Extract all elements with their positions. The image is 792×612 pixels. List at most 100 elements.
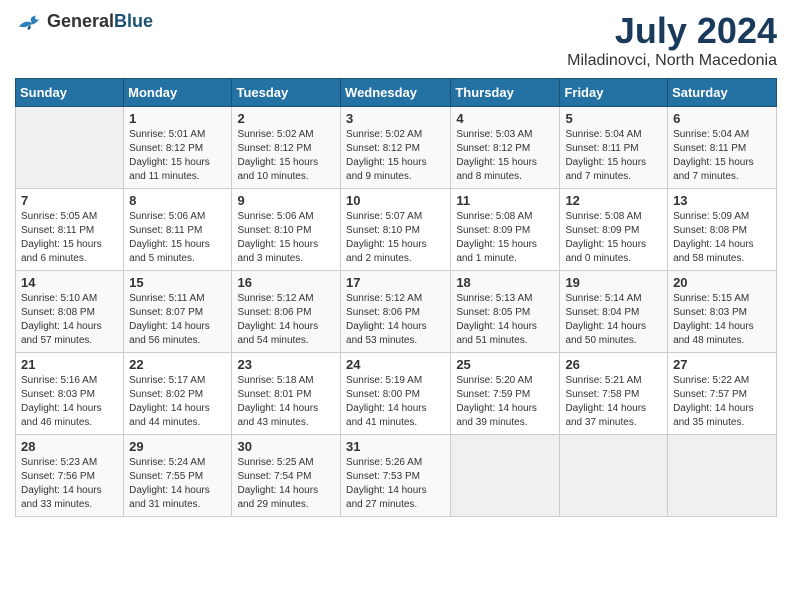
day-info: Sunrise: 5:09 AMSunset: 8:08 PMDaylight:… — [673, 210, 771, 266]
header: GeneralBlue July 2024 Miladinovci, North… — [15, 10, 777, 70]
calendar-cell: 24 Sunrise: 5:19 AMSunset: 8:00 PMDaylig… — [341, 353, 451, 435]
day-info: Sunrise: 5:11 AMSunset: 8:07 PMDaylight:… — [129, 292, 226, 348]
day-number: 1 — [129, 111, 226, 126]
day-number: 30 — [237, 439, 335, 454]
calendar-cell: 12 Sunrise: 5:08 AMSunset: 8:09 PMDaylig… — [560, 189, 668, 271]
weekday-header: Sunday — [16, 79, 124, 107]
day-number: 6 — [673, 111, 771, 126]
day-number: 11 — [456, 193, 554, 208]
day-number: 31 — [346, 439, 445, 454]
calendar-cell: 13 Sunrise: 5:09 AMSunset: 8:08 PMDaylig… — [668, 189, 777, 271]
calendar-cell: 17 Sunrise: 5:12 AMSunset: 8:06 PMDaylig… — [341, 271, 451, 353]
day-info: Sunrise: 5:10 AMSunset: 8:08 PMDaylight:… — [21, 292, 118, 348]
day-number: 12 — [565, 193, 662, 208]
day-info: Sunrise: 5:22 AMSunset: 7:57 PMDaylight:… — [673, 374, 771, 430]
day-number: 29 — [129, 439, 226, 454]
calendar-cell: 15 Sunrise: 5:11 AMSunset: 8:07 PMDaylig… — [124, 271, 232, 353]
calendar-cell: 11 Sunrise: 5:08 AMSunset: 8:09 PMDaylig… — [451, 189, 560, 271]
day-number: 16 — [237, 275, 335, 290]
calendar-cell — [668, 435, 777, 517]
calendar-cell: 1 Sunrise: 5:01 AMSunset: 8:12 PMDayligh… — [124, 107, 232, 189]
calendar-cell: 16 Sunrise: 5:12 AMSunset: 8:06 PMDaylig… — [232, 271, 341, 353]
day-number: 24 — [346, 357, 445, 372]
day-number: 18 — [456, 275, 554, 290]
day-number: 8 — [129, 193, 226, 208]
day-info: Sunrise: 5:25 AMSunset: 7:54 PMDaylight:… — [237, 456, 335, 512]
calendar-cell: 26 Sunrise: 5:21 AMSunset: 7:58 PMDaylig… — [560, 353, 668, 435]
day-info: Sunrise: 5:06 AMSunset: 8:11 PMDaylight:… — [129, 210, 226, 266]
calendar-cell: 2 Sunrise: 5:02 AMSunset: 8:12 PMDayligh… — [232, 107, 341, 189]
day-info: Sunrise: 5:12 AMSunset: 8:06 PMDaylight:… — [237, 292, 335, 348]
day-info: Sunrise: 5:24 AMSunset: 7:55 PMDaylight:… — [129, 456, 226, 512]
day-number: 3 — [346, 111, 445, 126]
day-info: Sunrise: 5:02 AMSunset: 8:12 PMDaylight:… — [346, 128, 445, 184]
day-number: 27 — [673, 357, 771, 372]
calendar-cell: 23 Sunrise: 5:18 AMSunset: 8:01 PMDaylig… — [232, 353, 341, 435]
weekday-header: Friday — [560, 79, 668, 107]
day-number: 13 — [673, 193, 771, 208]
day-info: Sunrise: 5:12 AMSunset: 8:06 PMDaylight:… — [346, 292, 445, 348]
day-number: 2 — [237, 111, 335, 126]
day-info: Sunrise: 5:15 AMSunset: 8:03 PMDaylight:… — [673, 292, 771, 348]
calendar-cell: 8 Sunrise: 5:06 AMSunset: 8:11 PMDayligh… — [124, 189, 232, 271]
day-info: Sunrise: 5:18 AMSunset: 8:01 PMDaylight:… — [237, 374, 335, 430]
day-info: Sunrise: 5:26 AMSunset: 7:53 PMDaylight:… — [346, 456, 445, 512]
weekday-header: Tuesday — [232, 79, 341, 107]
day-number: 15 — [129, 275, 226, 290]
calendar-cell: 30 Sunrise: 5:25 AMSunset: 7:54 PMDaylig… — [232, 435, 341, 517]
day-info: Sunrise: 5:06 AMSunset: 8:10 PMDaylight:… — [237, 210, 335, 266]
calendar-cell: 14 Sunrise: 5:10 AMSunset: 8:08 PMDaylig… — [16, 271, 124, 353]
calendar-cell: 31 Sunrise: 5:26 AMSunset: 7:53 PMDaylig… — [341, 435, 451, 517]
day-info: Sunrise: 5:21 AMSunset: 7:58 PMDaylight:… — [565, 374, 662, 430]
calendar-cell: 21 Sunrise: 5:16 AMSunset: 8:03 PMDaylig… — [16, 353, 124, 435]
calendar-cell: 20 Sunrise: 5:15 AMSunset: 8:03 PMDaylig… — [668, 271, 777, 353]
day-info: Sunrise: 5:07 AMSunset: 8:10 PMDaylight:… — [346, 210, 445, 266]
calendar-cell: 29 Sunrise: 5:24 AMSunset: 7:55 PMDaylig… — [124, 435, 232, 517]
calendar-cell: 10 Sunrise: 5:07 AMSunset: 8:10 PMDaylig… — [341, 189, 451, 271]
day-info: Sunrise: 5:20 AMSunset: 7:59 PMDaylight:… — [456, 374, 554, 430]
day-info: Sunrise: 5:16 AMSunset: 8:03 PMDaylight:… — [21, 374, 118, 430]
day-info: Sunrise: 5:13 AMSunset: 8:05 PMDaylight:… — [456, 292, 554, 348]
calendar-cell: 27 Sunrise: 5:22 AMSunset: 7:57 PMDaylig… — [668, 353, 777, 435]
calendar-cell: 18 Sunrise: 5:13 AMSunset: 8:05 PMDaylig… — [451, 271, 560, 353]
day-number: 5 — [565, 111, 662, 126]
day-info: Sunrise: 5:17 AMSunset: 8:02 PMDaylight:… — [129, 374, 226, 430]
day-info: Sunrise: 5:14 AMSunset: 8:04 PMDaylight:… — [565, 292, 662, 348]
calendar-cell: 22 Sunrise: 5:17 AMSunset: 8:02 PMDaylig… — [124, 353, 232, 435]
day-info: Sunrise: 5:08 AMSunset: 8:09 PMDaylight:… — [456, 210, 554, 266]
day-number: 28 — [21, 439, 118, 454]
title-section: July 2024 Miladinovci, North Macedonia — [567, 10, 777, 70]
calendar-cell: 25 Sunrise: 5:20 AMSunset: 7:59 PMDaylig… — [451, 353, 560, 435]
day-info: Sunrise: 5:08 AMSunset: 8:09 PMDaylight:… — [565, 210, 662, 266]
calendar-cell: 6 Sunrise: 5:04 AMSunset: 8:11 PMDayligh… — [668, 107, 777, 189]
day-number: 20 — [673, 275, 771, 290]
day-info: Sunrise: 5:05 AMSunset: 8:11 PMDaylight:… — [21, 210, 118, 266]
day-number: 26 — [565, 357, 662, 372]
calendar-cell — [16, 107, 124, 189]
day-info: Sunrise: 5:02 AMSunset: 8:12 PMDaylight:… — [237, 128, 335, 184]
weekday-header: Wednesday — [341, 79, 451, 107]
weekday-header: Monday — [124, 79, 232, 107]
calendar-cell: 3 Sunrise: 5:02 AMSunset: 8:12 PMDayligh… — [341, 107, 451, 189]
day-number: 22 — [129, 357, 226, 372]
day-number: 14 — [21, 275, 118, 290]
day-number: 9 — [237, 193, 335, 208]
day-info: Sunrise: 5:03 AMSunset: 8:12 PMDaylight:… — [456, 128, 554, 184]
calendar-cell — [560, 435, 668, 517]
calendar-cell: 19 Sunrise: 5:14 AMSunset: 8:04 PMDaylig… — [560, 271, 668, 353]
day-info: Sunrise: 5:19 AMSunset: 8:00 PMDaylight:… — [346, 374, 445, 430]
day-info: Sunrise: 5:01 AMSunset: 8:12 PMDaylight:… — [129, 128, 226, 184]
calendar-cell: 9 Sunrise: 5:06 AMSunset: 8:10 PMDayligh… — [232, 189, 341, 271]
day-number: 17 — [346, 275, 445, 290]
day-info: Sunrise: 5:23 AMSunset: 7:56 PMDaylight:… — [21, 456, 118, 512]
calendar-cell: 4 Sunrise: 5:03 AMSunset: 8:12 PMDayligh… — [451, 107, 560, 189]
month-year: July 2024 — [567, 10, 777, 52]
day-number: 10 — [346, 193, 445, 208]
day-number: 23 — [237, 357, 335, 372]
calendar-table: SundayMondayTuesdayWednesdayThursdayFrid… — [15, 78, 777, 517]
day-number: 21 — [21, 357, 118, 372]
calendar-cell: 28 Sunrise: 5:23 AMSunset: 7:56 PMDaylig… — [16, 435, 124, 517]
day-number: 7 — [21, 193, 118, 208]
logo-general: General — [47, 11, 114, 31]
day-info: Sunrise: 5:04 AMSunset: 8:11 PMDaylight:… — [565, 128, 662, 184]
